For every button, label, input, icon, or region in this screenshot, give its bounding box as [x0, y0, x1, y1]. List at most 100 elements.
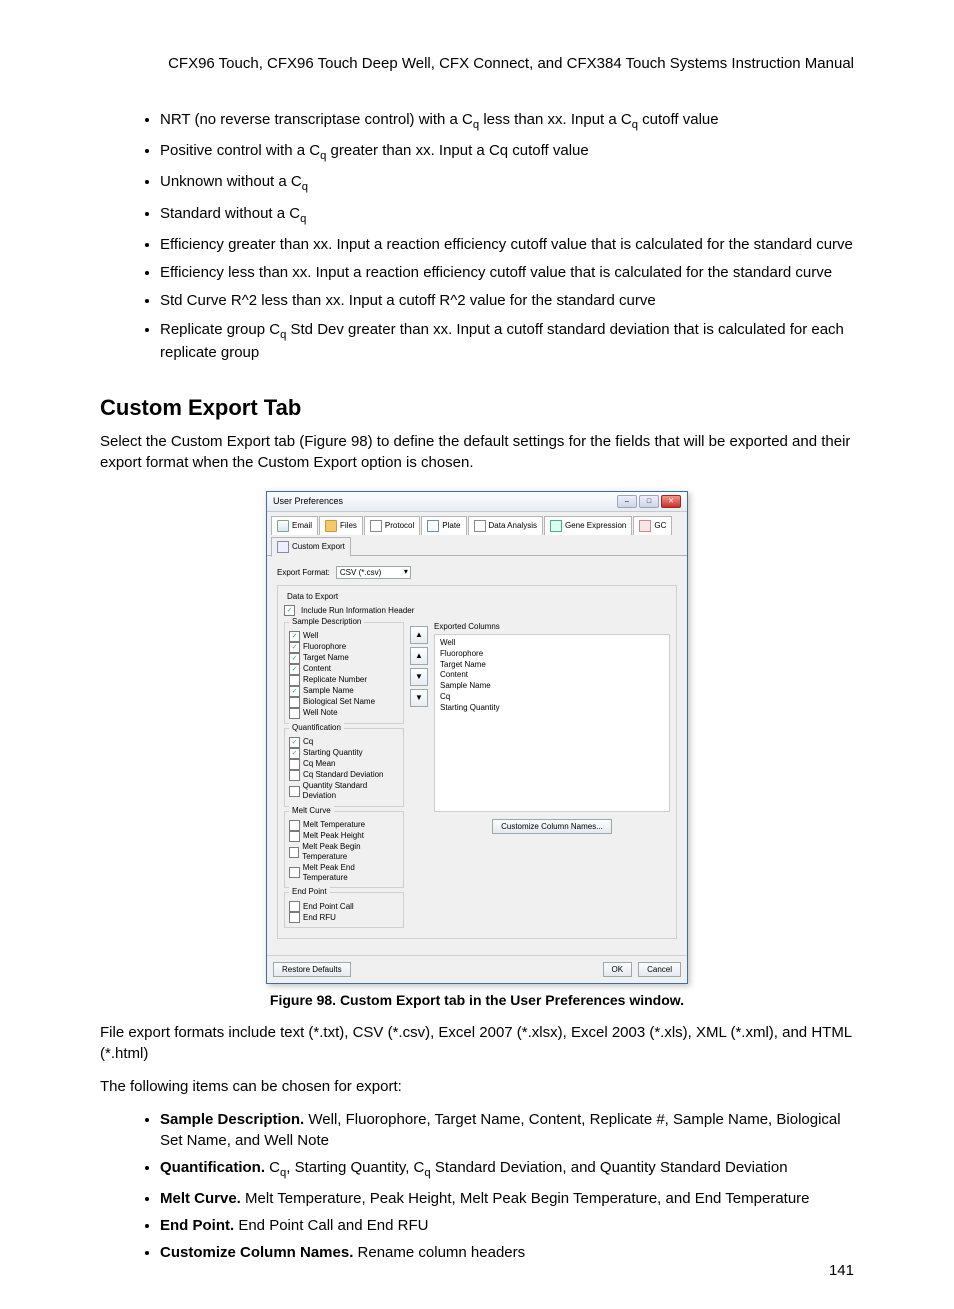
checkbox-label: Cq Standard Deviation: [303, 770, 384, 780]
figure: User Preferences – □ ✕ Email Files Proto…: [100, 491, 854, 984]
list-item: Std Curve R^2 less than xx. Input a cuto…: [160, 291, 854, 311]
checkbox-label: Target Name: [303, 653, 349, 663]
tab-gc[interactable]: GC: [633, 516, 672, 535]
dialog-body: Export Format: CSV (*.csv) Data to Expor…: [267, 555, 687, 955]
tab-custom-export[interactable]: Custom Export: [271, 537, 351, 557]
checkbox-label: End Point Call: [303, 902, 354, 912]
export-format-combo[interactable]: CSV (*.csv): [336, 566, 411, 579]
checkbox-item: ✓Well Note: [289, 708, 399, 719]
move-top-button[interactable]: ▲: [410, 626, 428, 644]
checkbox-label: Well: [303, 631, 318, 641]
gene-expression-icon: [550, 520, 562, 532]
checkbox-item: ✓Starting Quantity: [289, 748, 399, 759]
list-item: Efficiency less than xx. Input a reactio…: [160, 263, 854, 283]
checkbox[interactable]: ✓: [289, 675, 300, 686]
list-item: Efficiency greater than xx. Input a reac…: [160, 235, 854, 255]
tab-data-analysis[interactable]: Data Analysis: [468, 516, 543, 535]
tab-files[interactable]: Files: [319, 516, 363, 535]
exported-column-item[interactable]: Cq: [440, 692, 664, 703]
list-item: Sample Description. Well, Fluorophore, T…: [160, 1109, 854, 1151]
checkbox-label: Content: [303, 664, 331, 674]
checkbox-item: ✓Cq: [289, 737, 399, 748]
data-analysis-icon: [474, 520, 486, 532]
move-bottom-button[interactable]: ▼: [410, 689, 428, 707]
checkbox-label: Biological Set Name: [303, 697, 375, 707]
checkbox-item: ✓Melt Peak End Temperature: [289, 863, 399, 884]
include-header-checkbox[interactable]: ✓: [284, 605, 295, 616]
checkbox-item: ✓Melt Peak Begin Temperature: [289, 842, 399, 863]
checkbox-item: ✓Quantity Standard Deviation: [289, 781, 399, 802]
export-icon: [277, 541, 289, 553]
checkbox[interactable]: ✓: [289, 748, 300, 759]
tab-plate[interactable]: Plate: [421, 516, 466, 535]
checkbox[interactable]: ✓: [289, 847, 299, 858]
exported-column-item[interactable]: Sample Name: [440, 681, 664, 692]
restore-defaults-button[interactable]: Restore Defaults: [273, 962, 351, 977]
checkbox-label: Melt Temperature: [303, 820, 365, 830]
checkbox[interactable]: ✓: [289, 653, 300, 664]
checkbox[interactable]: ✓: [289, 737, 300, 748]
list-item: Quantification. Cq, Starting Quantity, C…: [160, 1157, 854, 1182]
tab-gene-expression[interactable]: Gene Expression: [544, 516, 632, 535]
checkbox-item: ✓Biological Set Name: [289, 697, 399, 708]
dialog-tabs: Email Files Protocol Plate Data Analysis…: [267, 512, 687, 556]
export-items-intro: The following items can be chosen for ex…: [100, 1076, 854, 1097]
folder-icon: [325, 520, 337, 532]
checkbox[interactable]: ✓: [289, 631, 300, 642]
quantification-group: Quantification ✓Cq✓Starting Quantity✓Cq …: [284, 728, 404, 807]
checkbox-label: Melt Peak End Temperature: [303, 863, 399, 884]
intro-paragraph: Select the Custom Export tab (Figure 98)…: [100, 431, 854, 473]
checkbox[interactable]: ✓: [289, 770, 300, 781]
list-item: Replicate group Cq Std Dev greater than …: [160, 320, 854, 363]
checkbox-item: ✓End Point Call: [289, 901, 399, 912]
checkbox-item: ✓Cq Standard Deviation: [289, 770, 399, 781]
move-down-button[interactable]: ▼: [410, 668, 428, 686]
exported-column-item[interactable]: Fluorophore: [440, 649, 664, 660]
dialog-titlebar: User Preferences – □ ✕: [267, 492, 687, 512]
checkbox[interactable]: ✓: [289, 759, 300, 770]
checkbox[interactable]: ✓: [289, 831, 300, 842]
maximize-icon[interactable]: □: [639, 495, 659, 508]
checkbox-item: ✓Melt Peak Height: [289, 831, 399, 842]
checkbox-label: Cq: [303, 737, 313, 747]
close-icon[interactable]: ✕: [661, 495, 681, 508]
checkbox-item: ✓Fluorophore: [289, 642, 399, 653]
data-to-export-fieldset: Data to Export ✓ Include Run Information…: [277, 585, 677, 939]
tab-protocol[interactable]: Protocol: [364, 516, 420, 535]
exported-column-item[interactable]: Starting Quantity: [440, 703, 664, 714]
end-point-group: End Point ✓End Point Call✓End RFU: [284, 892, 404, 928]
figure-caption: Figure 98. Custom Export tab in the User…: [100, 992, 854, 1008]
cancel-button[interactable]: Cancel: [638, 962, 681, 977]
list-item: Unknown without a Cq: [160, 172, 854, 195]
checkbox-item: ✓Well: [289, 631, 399, 642]
exported-column-item[interactable]: Target Name: [440, 660, 664, 671]
checkbox[interactable]: ✓: [289, 697, 300, 708]
checkbox[interactable]: ✓: [289, 901, 300, 912]
page-number: 141: [829, 1262, 854, 1279]
dialog-title: User Preferences: [273, 496, 343, 506]
list-item: Customize Column Names. Rename column he…: [160, 1242, 854, 1263]
exported-columns-list[interactable]: WellFluorophoreTarget NameContentSample …: [434, 634, 670, 812]
sample-description-group: Sample Description ✓Well✓Fluorophore✓Tar…: [284, 622, 404, 724]
tab-email[interactable]: Email: [271, 516, 318, 535]
checkbox-item: ✓Cq Mean: [289, 759, 399, 770]
running-header: CFX96 Touch, CFX96 Touch Deep Well, CFX …: [100, 55, 854, 72]
customize-column-names-button[interactable]: Customize Column Names...: [492, 819, 612, 834]
exported-column-item[interactable]: Content: [440, 670, 664, 681]
exported-column-item[interactable]: Well: [440, 638, 664, 649]
checkbox[interactable]: ✓: [289, 786, 300, 797]
checkbox[interactable]: ✓: [289, 708, 300, 719]
ok-button[interactable]: OK: [603, 962, 633, 977]
plate-icon: [427, 520, 439, 532]
checkbox[interactable]: ✓: [289, 686, 300, 697]
minimize-icon[interactable]: –: [617, 495, 637, 508]
protocol-icon: [370, 520, 382, 532]
checkbox[interactable]: ✓: [289, 912, 300, 923]
checkbox-item: ✓Sample Name: [289, 686, 399, 697]
checkbox[interactable]: ✓: [289, 867, 300, 878]
checkbox[interactable]: ✓: [289, 820, 300, 831]
checkbox[interactable]: ✓: [289, 664, 300, 675]
checkbox[interactable]: ✓: [289, 642, 300, 653]
checkbox-label: Cq Mean: [303, 759, 335, 769]
move-up-button[interactable]: ▲: [410, 647, 428, 665]
